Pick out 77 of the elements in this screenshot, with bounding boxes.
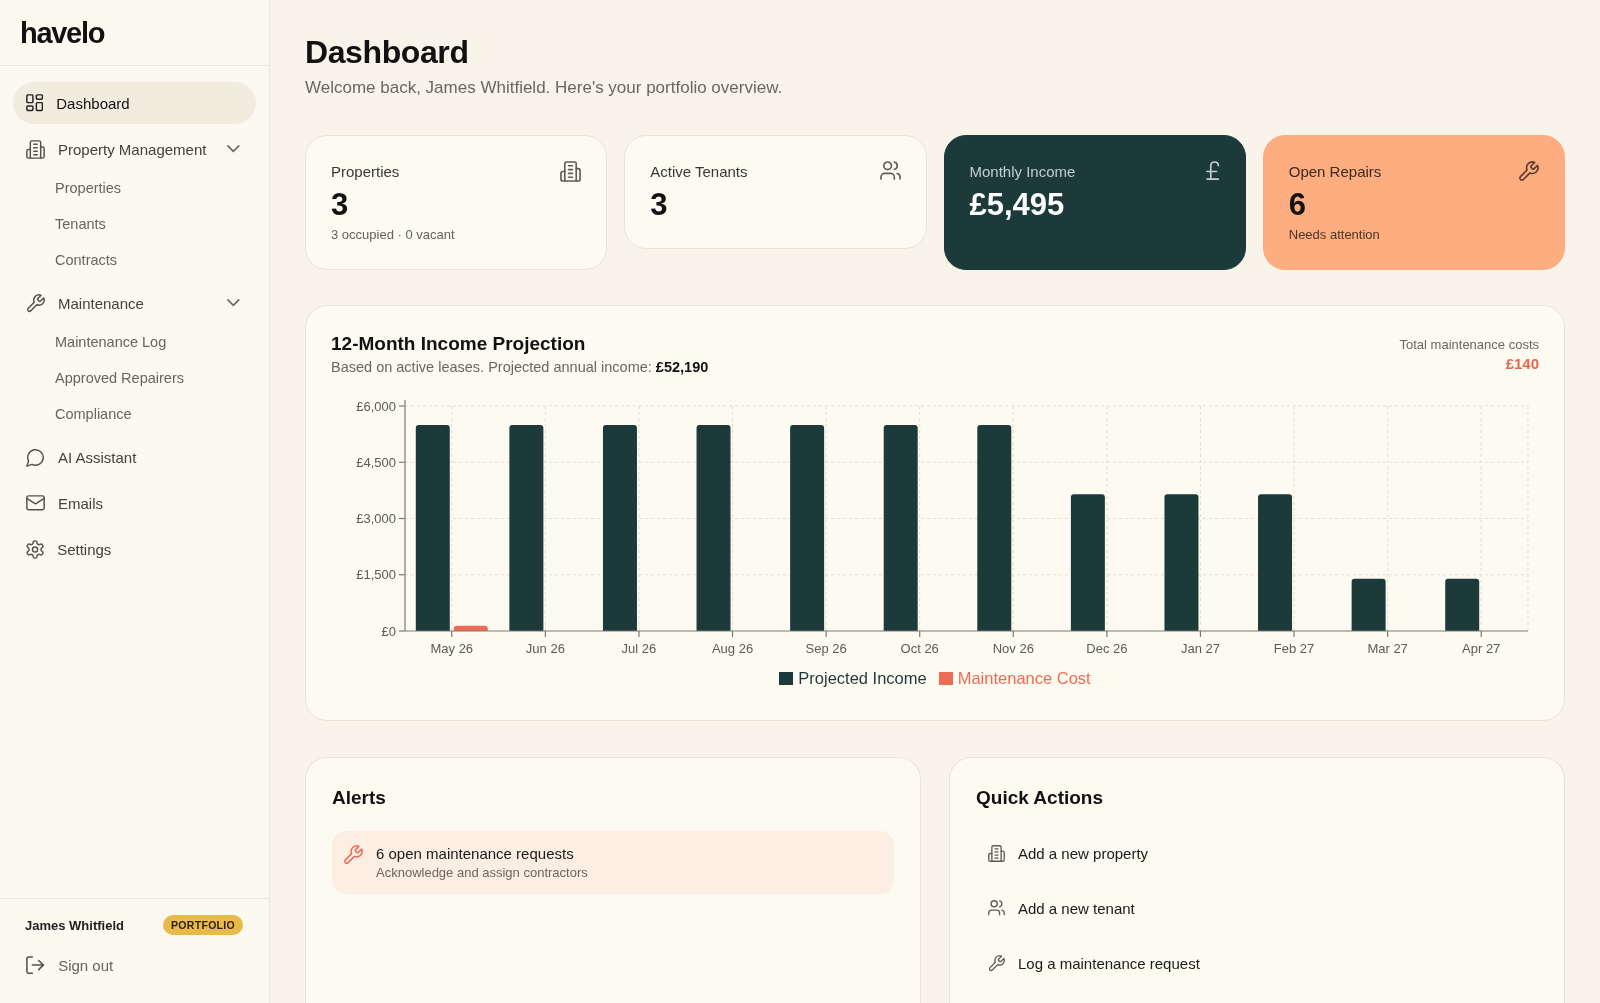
axis-label: Dec 26 xyxy=(1086,641,1128,656)
axis-label: Sep 26 xyxy=(805,641,847,656)
alert-item[interactable]: 6 open maintenance requests Acknowledge and assign contractors xyxy=(332,831,894,894)
nav-subitem[interactable]: Compliance xyxy=(13,396,256,432)
logo: havelo xyxy=(20,15,105,50)
axis-label: Aug 26 xyxy=(711,641,754,656)
axis-label: £6,000 xyxy=(356,398,396,414)
axis-label: £3,000 xyxy=(356,511,396,526)
mail-icon xyxy=(26,495,45,511)
stat-note: 3 occupied · 0 vacant xyxy=(331,226,456,244)
nav-subitem[interactable]: Maintenance Log xyxy=(13,324,256,360)
axis-label: Feb 27 xyxy=(1273,641,1315,656)
axis-label: Jan 27 xyxy=(1180,641,1220,656)
role-badge: PORTFOLIO xyxy=(163,915,243,935)
nav-subitem[interactable]: Approved Repairers xyxy=(13,360,256,396)
axis-label: Jul 26 xyxy=(621,641,657,656)
wrench-icon xyxy=(1518,160,1539,182)
chart-bar xyxy=(1351,578,1386,631)
nav-item[interactable]: Emails xyxy=(13,482,256,524)
card-title: Quick Actions xyxy=(976,786,1105,810)
sign-out-button[interactable]: Sign out xyxy=(25,954,114,976)
stat-value: £5,495 xyxy=(969,187,1066,223)
page-subtitle: Welcome back, James Whitfield. Here's your portfolio overview. xyxy=(305,77,784,99)
users-icon xyxy=(988,900,1005,916)
alert-title: 6 open maintenance requests xyxy=(376,844,575,864)
nav-subitem[interactable]: Properties xyxy=(13,170,256,206)
card-title: Alerts xyxy=(332,786,387,810)
chart-bar xyxy=(453,625,488,631)
axis-label: £1,500 xyxy=(356,567,396,583)
stat-label: Active Tenants xyxy=(650,162,748,180)
stat-value: 6 xyxy=(1288,187,1307,223)
building-icon xyxy=(560,160,582,182)
quick-action[interactable]: Add a new property xyxy=(976,833,1538,873)
chart-subtitle: Based on active leases. Projected annual income: £52,190 xyxy=(331,358,709,377)
nav-subitem[interactable]: Contracts xyxy=(13,242,256,278)
wrench-icon xyxy=(988,954,1005,972)
building-icon xyxy=(988,844,1005,862)
quick-action[interactable]: Log a maintenance request xyxy=(976,943,1538,983)
users-icon xyxy=(879,161,901,181)
legend-label: Maintenance Cost xyxy=(957,668,1091,689)
nav-item[interactable]: Settings xyxy=(13,528,256,570)
axis-label: Nov 26 xyxy=(992,641,1034,656)
axis-label: Mar 27 xyxy=(1367,641,1408,656)
chart-bar xyxy=(1445,578,1480,631)
nav-item[interactable]: AI Assistant xyxy=(13,436,256,478)
axis-label: May 26 xyxy=(430,641,474,656)
quick-action[interactable]: Add a new tenant xyxy=(976,888,1538,928)
stat-note: Needs attention xyxy=(1288,226,1381,244)
chat-bubble-icon xyxy=(26,447,45,467)
pound-icon xyxy=(1206,161,1220,181)
nav-item[interactable]: Property Management xyxy=(13,128,256,170)
axis-label: £4,500 xyxy=(356,454,396,470)
logout-icon xyxy=(26,955,45,975)
axis-label: Jun 26 xyxy=(525,641,565,656)
stat-value: 3 xyxy=(650,187,669,223)
stat-value: 3 xyxy=(331,187,350,223)
legend-label: Projected Income xyxy=(798,668,927,689)
axis-label: Oct 26 xyxy=(900,641,939,656)
stat-label: Open Repairs xyxy=(1288,162,1382,180)
axis-label: £0 xyxy=(381,623,396,639)
nav-item[interactable]: Maintenance xyxy=(13,282,256,324)
page-title: Dashboard xyxy=(305,33,470,72)
axis-label: Apr 27 xyxy=(1462,641,1501,656)
nav-item[interactable]: Dashboard xyxy=(13,82,256,124)
stat-label: Monthly Income xyxy=(969,162,1076,180)
wrench-icon xyxy=(26,293,45,313)
stat-label: Properties xyxy=(331,162,400,180)
user-name: James Whitfield xyxy=(25,917,124,933)
nav-subitem[interactable]: Tenants xyxy=(13,206,256,242)
settings-icon xyxy=(26,539,45,559)
grid-icon xyxy=(26,94,44,112)
total-label: Total maintenance costs xyxy=(1399,336,1539,354)
total-value: £140 xyxy=(1504,354,1539,374)
building-icon xyxy=(26,139,45,159)
chart-title: 12-Month Income Projection xyxy=(331,332,587,356)
alert-detail: Acknowledge and assign contractors xyxy=(376,864,588,882)
wrench-icon xyxy=(343,845,363,865)
